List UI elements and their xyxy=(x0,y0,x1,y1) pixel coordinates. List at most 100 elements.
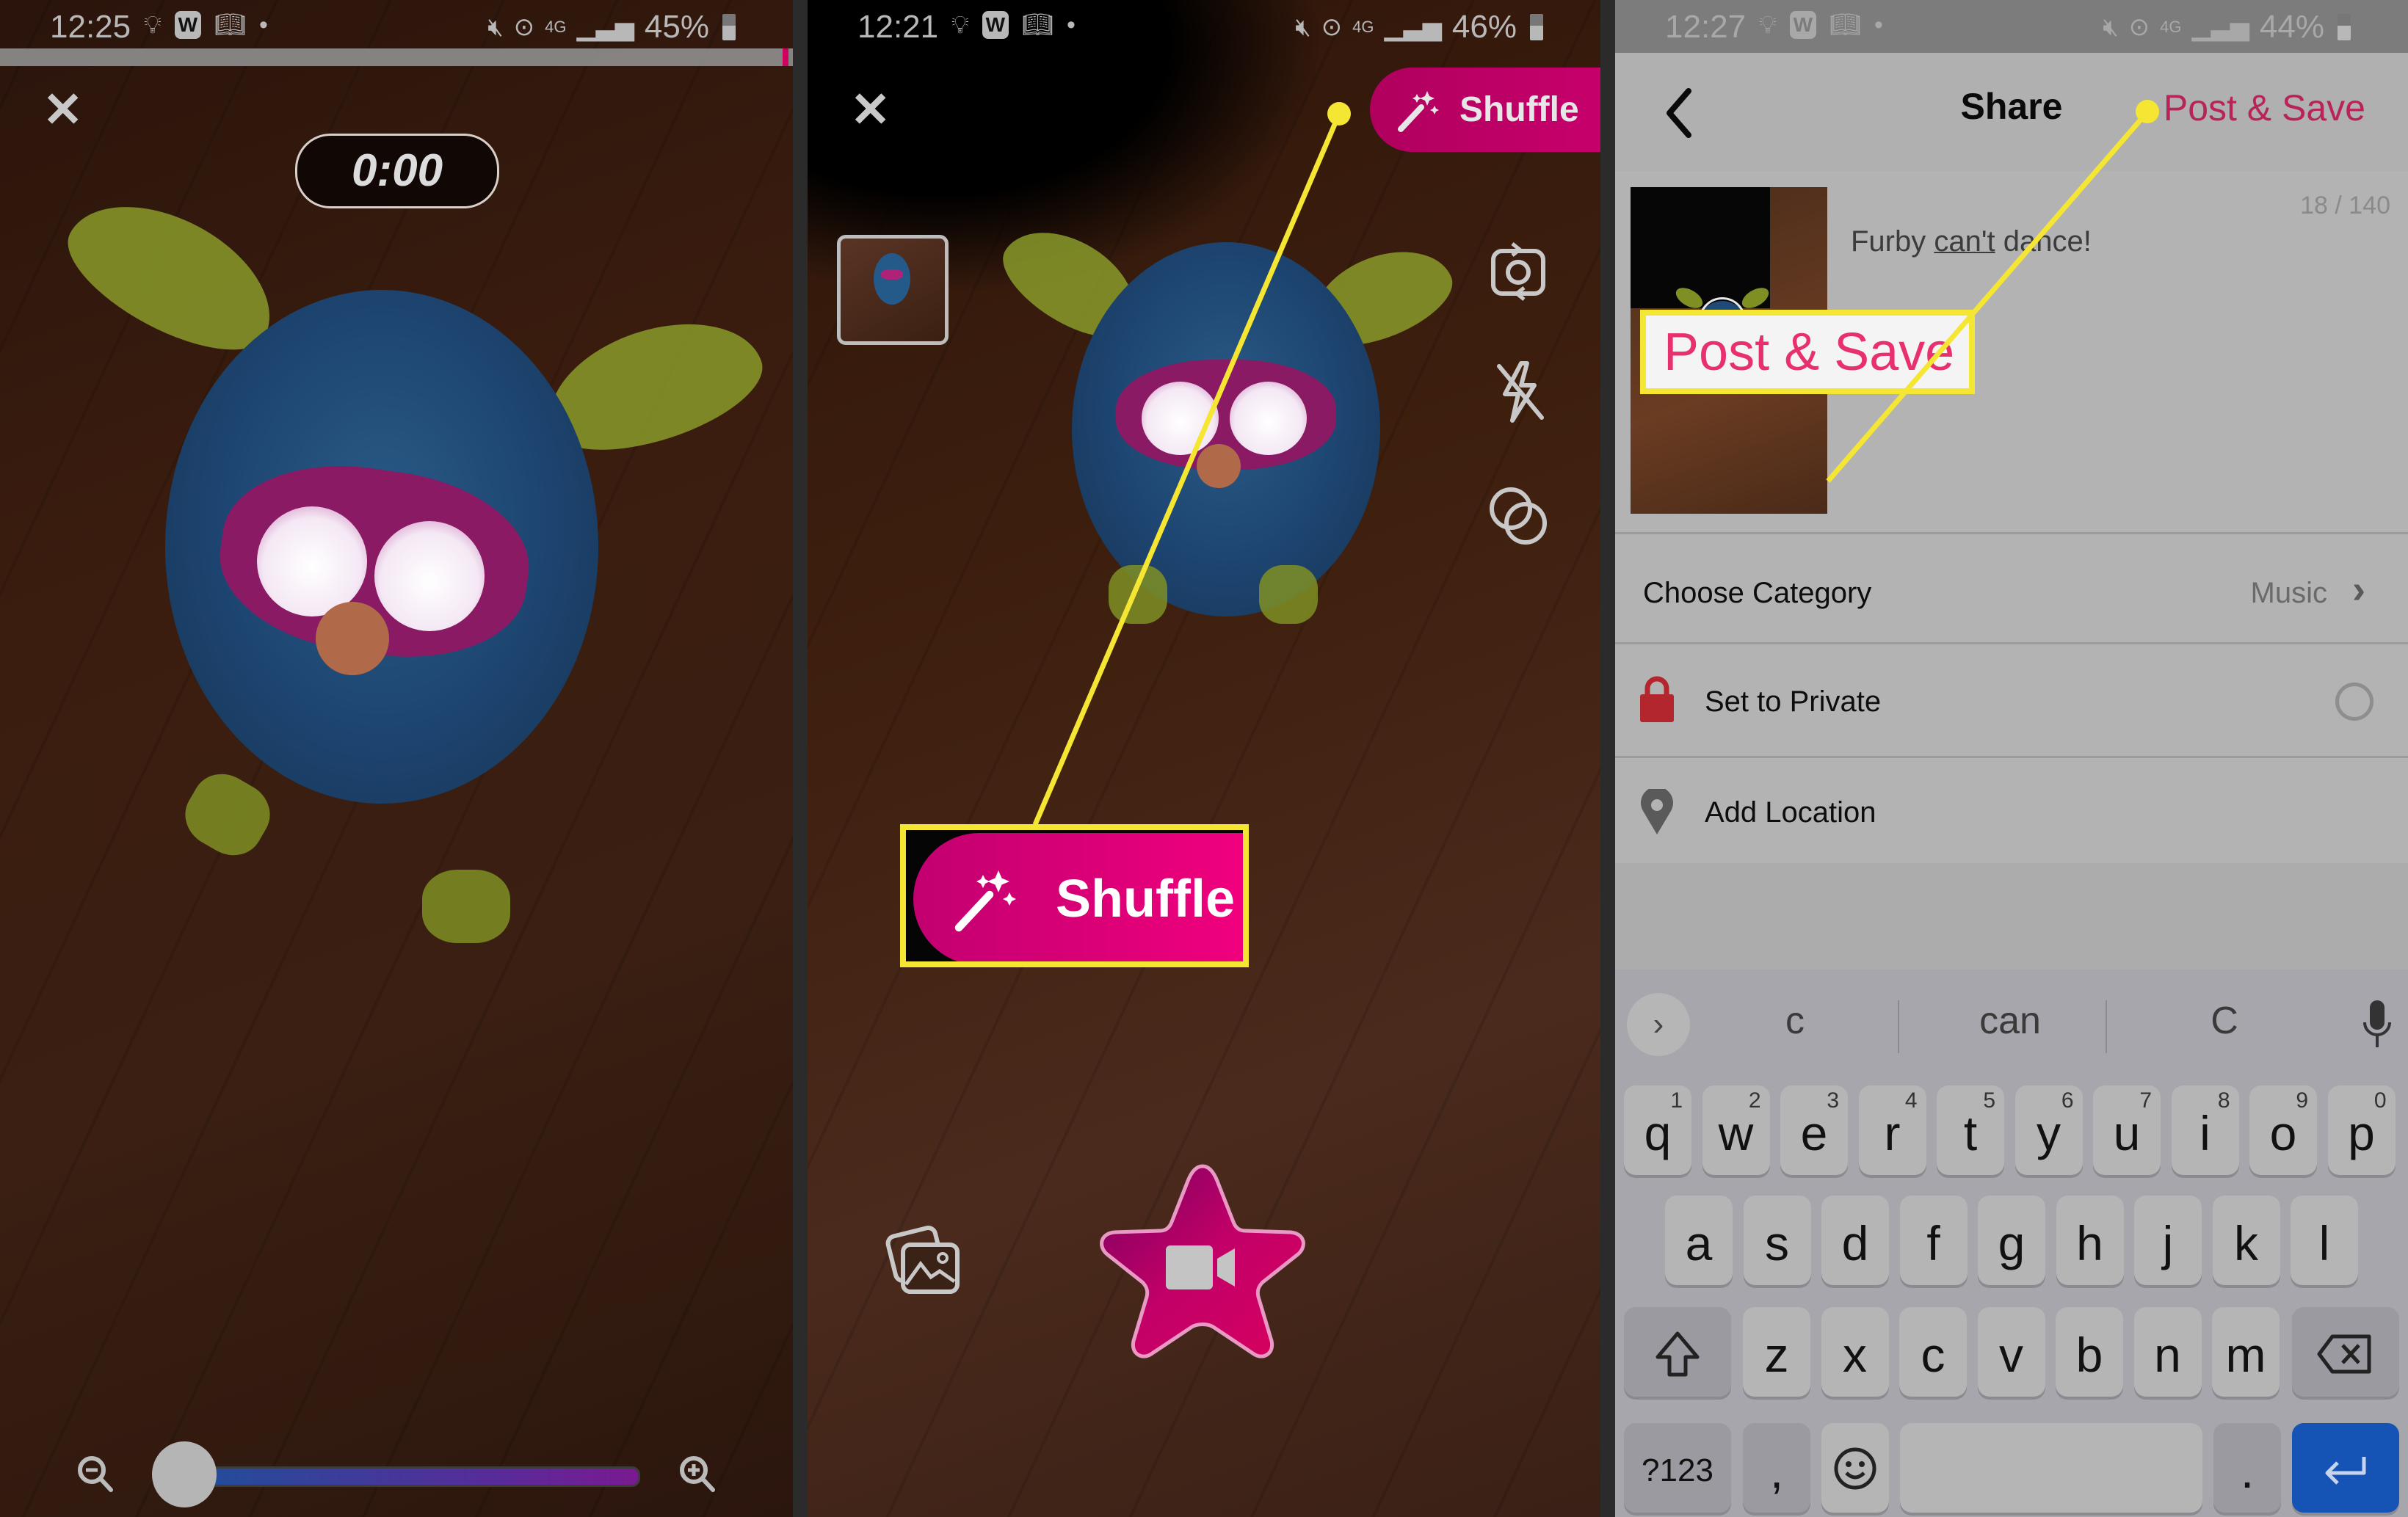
lock-icon xyxy=(1640,676,1674,722)
enter-icon xyxy=(2325,1457,2366,1485)
comma-key[interactable]: , xyxy=(1743,1423,1810,1513)
chevron-right-icon: › xyxy=(2352,567,2365,611)
set-private-row[interactable]: Set to Private xyxy=(1615,642,2408,756)
key-a[interactable]: a xyxy=(1665,1196,1733,1285)
close-icon[interactable]: ✕ xyxy=(850,85,891,134)
share-screen: 12:27 💡︎ W 📖︎ • 🔇︎ ⊙ 4G ▁▃▅ 44% Share Po… xyxy=(1615,0,2408,1517)
signal-icon: ▁▃▅ xyxy=(2191,13,2249,41)
notification-dot-icon: • xyxy=(1874,11,1883,39)
status-bar: 12:27 💡︎ W 📖︎ • 🔇︎ ⊙ 4G ▁▃▅ 44% xyxy=(1615,0,2408,53)
gallery-icon[interactable] xyxy=(884,1218,965,1299)
shuffle-button[interactable]: Shuffle xyxy=(1370,68,1600,152)
key-k[interactable]: k xyxy=(2212,1196,2280,1285)
close-icon[interactable]: ✕ xyxy=(43,85,83,134)
notification-dot-icon: • xyxy=(258,11,268,39)
signal-icon: ▁▃▅ xyxy=(1384,13,1442,41)
zoom-slider-thumb[interactable] xyxy=(152,1441,217,1507)
video-camera-icon xyxy=(1166,1245,1213,1289)
recording-progress-bar xyxy=(0,48,793,66)
key-u[interactable]: u7 xyxy=(2093,1085,2161,1175)
panel-divider xyxy=(793,0,808,1517)
key-h[interactable]: h xyxy=(2056,1196,2124,1285)
caption-input[interactable]: Furby can't dance! xyxy=(1851,225,2092,258)
status-time: 12:25 xyxy=(50,9,131,45)
network-type: 4G xyxy=(2160,18,2182,36)
key-m[interactable]: m xyxy=(2212,1307,2280,1397)
key-f[interactable]: f xyxy=(1899,1196,1968,1285)
status-time: 12:21 xyxy=(857,9,939,45)
recording-screen: 12:25 💡︎ W 📖︎ • 🔇︎ ⊙ 4G ▁▃▅ 45% ✕ 0:00 xyxy=(0,0,793,1517)
add-location-row[interactable]: Add Location xyxy=(1615,756,2408,863)
effects-icon[interactable] xyxy=(1483,481,1553,551)
emoji-icon xyxy=(1834,1447,1876,1490)
enter-key[interactable] xyxy=(2292,1423,2399,1513)
post-save-callout: Post & Save xyxy=(1640,310,1975,394)
wifi-icon: ⊙ xyxy=(513,13,535,41)
suggestion[interactable]: C xyxy=(2133,999,2316,1043)
symbols-key[interactable]: ?123 xyxy=(1624,1423,1731,1513)
key-b[interactable]: b xyxy=(2056,1307,2123,1397)
zoom-slider-track[interactable] xyxy=(184,1466,640,1487)
key-w[interactable]: w2 xyxy=(1702,1085,1770,1175)
backspace-key[interactable] xyxy=(2292,1307,2399,1397)
record-button[interactable] xyxy=(1092,1156,1313,1369)
suggestion[interactable]: c xyxy=(1703,999,1887,1043)
key-e[interactable]: e3 xyxy=(1780,1085,1848,1175)
zoom-in-icon[interactable] xyxy=(678,1455,717,1493)
suggestion[interactable]: can xyxy=(1918,999,2102,1043)
w-app-icon: W xyxy=(174,11,201,39)
key-x[interactable]: x xyxy=(1821,1307,1889,1397)
wifi-icon: ⊙ xyxy=(2128,13,2150,41)
battery-icon xyxy=(2338,14,2351,40)
key-l[interactable]: l xyxy=(2291,1196,2358,1285)
space-key[interactable] xyxy=(1900,1423,2202,1513)
post-save-callout-label: Post & Save xyxy=(1664,322,1955,382)
zoom-out-icon[interactable] xyxy=(76,1455,115,1493)
choose-category-row[interactable]: Choose Category Music › xyxy=(1615,532,2408,642)
battery-percent: 46% xyxy=(1451,9,1517,45)
private-radio[interactable] xyxy=(2335,683,2373,721)
key-j[interactable]: j xyxy=(2134,1196,2202,1285)
magic-wand-icon xyxy=(1398,90,1439,132)
key-r[interactable]: r4 xyxy=(1858,1085,1926,1175)
key-z[interactable]: z xyxy=(1743,1307,1810,1397)
signal-icon: ▁▃▅ xyxy=(576,13,634,41)
recent-media-thumbnail[interactable] xyxy=(837,235,949,345)
set-private-label: Set to Private xyxy=(1705,685,1882,718)
post-and-save-button[interactable]: Post & Save xyxy=(2164,87,2365,129)
key-t[interactable]: t5 xyxy=(1937,1085,2004,1175)
key-s[interactable]: s xyxy=(1743,1196,1811,1285)
key-c[interactable]: c xyxy=(1899,1307,1967,1397)
switch-camera-icon[interactable] xyxy=(1483,236,1553,307)
on-screen-keyboard: › c can C q1w2e3r4t5y6u7i8o9p0 asdfghjkl z… xyxy=(1615,970,2408,1517)
location-pin-icon xyxy=(1641,789,1673,834)
emoji-key[interactable] xyxy=(1821,1423,1889,1513)
period-key[interactable]: . xyxy=(2213,1423,2281,1513)
shift-key[interactable] xyxy=(1624,1307,1731,1397)
flash-off-icon[interactable] xyxy=(1483,356,1553,426)
key-i[interactable]: i8 xyxy=(2171,1085,2239,1175)
lightbulb-icon: 💡︎ xyxy=(1759,11,1777,39)
network-type: 4G xyxy=(1352,18,1374,36)
category-value: Music xyxy=(2250,577,2327,609)
suggestion-strip: › c can C xyxy=(1615,970,2408,1080)
key-o[interactable]: o9 xyxy=(2249,1085,2317,1175)
key-p[interactable]: p0 xyxy=(2327,1085,2396,1175)
key-q[interactable]: q1 xyxy=(1624,1085,1691,1175)
kindle-icon: 📖︎ xyxy=(1829,11,1861,39)
magic-wand-icon xyxy=(954,870,1016,932)
expand-suggestions-button[interactable]: › xyxy=(1627,993,1690,1056)
kindle-icon: 📖︎ xyxy=(1021,11,1054,39)
key-n[interactable]: n xyxy=(2133,1307,2202,1397)
notification-dot-icon: • xyxy=(1066,11,1076,39)
w-app-icon: W xyxy=(1789,11,1816,39)
status-bar: 12:21 💡︎ W 📖︎ • 🔇︎ ⊙ 4G ▁▃▅ 46% xyxy=(808,0,1600,51)
key-g[interactable]: g xyxy=(1978,1196,2045,1285)
key-d[interactable]: d xyxy=(1821,1196,1889,1285)
key-y[interactable]: y6 xyxy=(2014,1085,2083,1175)
microphone-icon[interactable] xyxy=(2362,1000,2392,1049)
panel-divider xyxy=(1600,0,1615,1517)
share-header: Share Post & Save xyxy=(1615,53,2408,171)
key-v[interactable]: v xyxy=(1977,1307,2045,1397)
choose-category-label: Choose Category xyxy=(1643,577,1872,609)
